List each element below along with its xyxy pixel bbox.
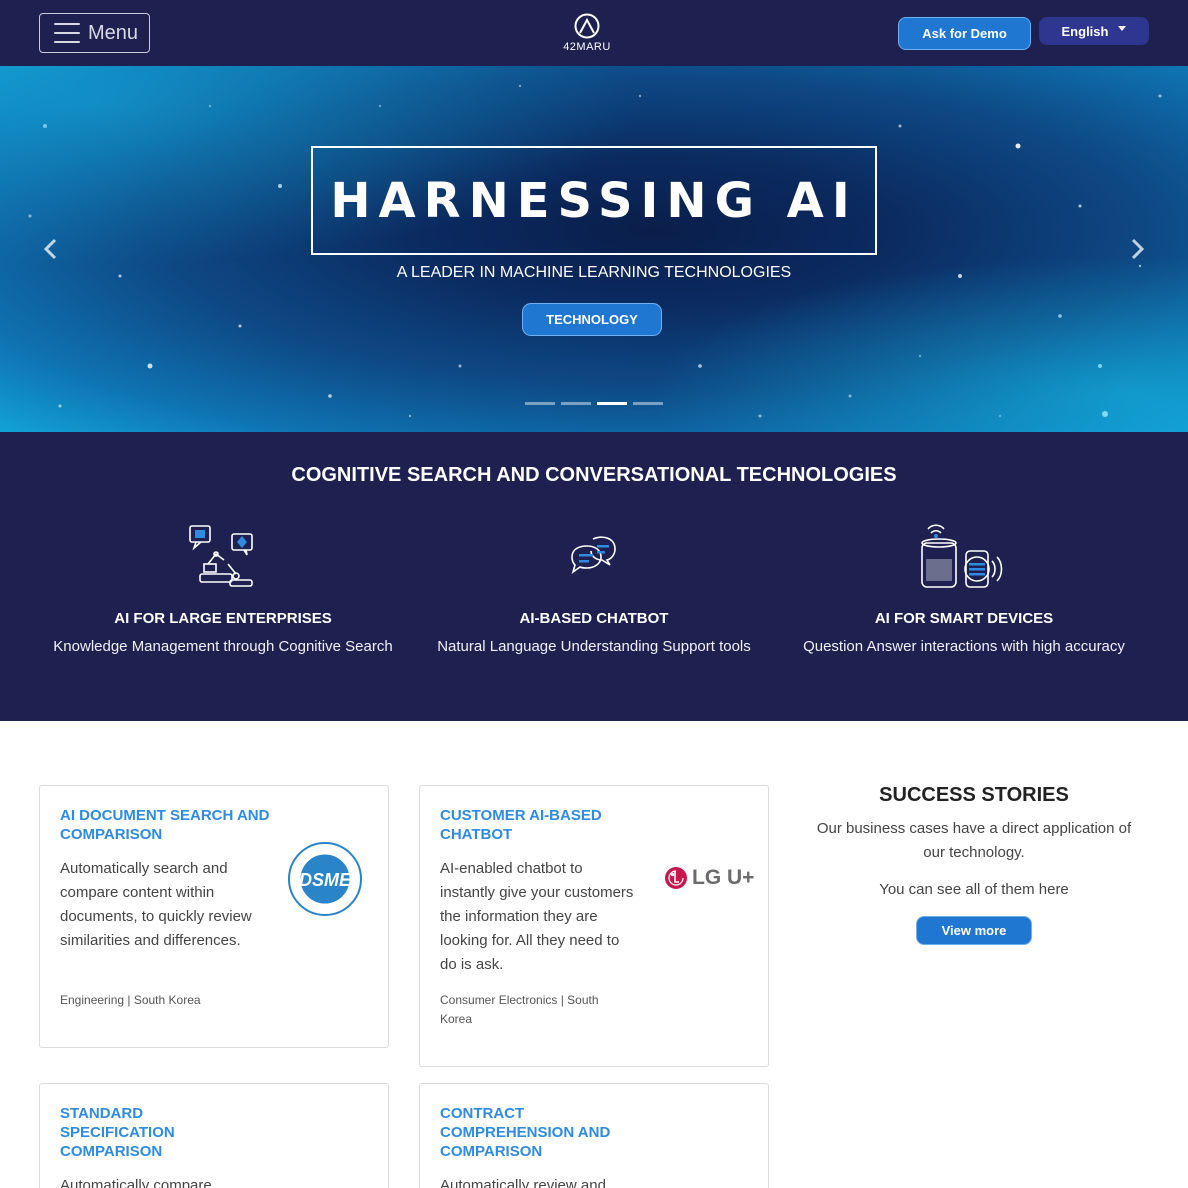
- case-title: AI DOCUMENT SEARCH AND COMPARISON: [60, 807, 270, 843]
- feature-description: Natural Language Understanding Support t…: [437, 638, 751, 655]
- chat-bubbles-icon: [571, 536, 616, 574]
- technology-button[interactable]: TECHNOLOGY: [522, 303, 662, 336]
- feature-title: AI FOR SMART DEVICES: [874, 610, 1054, 627]
- hero-subtitle: A LEADER IN MACHINE LEARNING TECHNOLOGIE…: [396, 264, 792, 281]
- case-title: CUSTOMER AI-BASED CHATBOT: [440, 807, 602, 843]
- feature-description: Question Answer interactions with high a…: [803, 638, 1125, 655]
- case-card[interactable]: AI DOCUMENT SEARCH AND COMPARISON Automa…: [39, 785, 389, 1048]
- feature-description: Knowledge Management through Cognitive S…: [53, 638, 393, 655]
- case-title: STANDARD SPECIFICATION COMPARISON: [60, 1105, 175, 1160]
- case-description: Automatically search and compare content…: [60, 860, 252, 949]
- case-description: AI-enabled chatbot to instantly give you…: [440, 860, 634, 973]
- carousel-indicator-active[interactable]: [597, 402, 627, 405]
- hamburger-icon: [54, 23, 80, 43]
- menu-button[interactable]: Menu: [39, 13, 150, 53]
- features-heading: COGNITIVE SEARCH AND CONVERSATIONAL TECH…: [291, 464, 897, 486]
- case-card[interactable]: STANDARD SPECIFICATION COMPARISON Automa…: [39, 1083, 389, 1188]
- case-description: Automatically review and: [440, 1177, 606, 1188]
- hero-title: HARNESSING AI: [330, 172, 858, 229]
- success-stories: SUCCESS STORIES Our business cases have …: [800, 784, 1148, 945]
- caret-down-icon: [1118, 25, 1127, 31]
- case-meta: Consumer Electronics | South Korea: [440, 993, 599, 1026]
- dsme-logo-text: DSME: [299, 870, 352, 890]
- hero-title-box: HARNESSING AI: [311, 146, 877, 255]
- logo-mark-icon: [574, 13, 600, 39]
- feature-title: AI FOR LARGE ENTERPRISES: [114, 610, 332, 627]
- features-section: COGNITIVE SEARCH AND CONVERSATIONAL TECH…: [0, 432, 1188, 721]
- case-description: Automatically compare: [60, 1177, 212, 1188]
- stories-note: You can see all of them here: [879, 881, 1069, 898]
- ask-for-demo-button[interactable]: Ask for Demo: [898, 17, 1031, 50]
- language-label: English: [1061, 23, 1109, 39]
- view-more-button[interactable]: View more: [916, 916, 1032, 945]
- hero-carousel: HARNESSING AI A LEADER IN MACHINE LEARNI…: [0, 66, 1188, 432]
- lg-logo-text: LG U+: [692, 866, 755, 889]
- feature-title: AI-BASED CHATBOT: [519, 610, 669, 627]
- language-dropdown[interactable]: English: [1039, 17, 1149, 45]
- stories-heading: SUCCESS STORIES: [879, 784, 1069, 806]
- carousel-prev-icon[interactable]: [38, 236, 62, 262]
- lg-face-icon: [665, 867, 687, 889]
- feature-smart-devices: AI FOR SMART DEVICES Question Answer int…: [794, 520, 1134, 659]
- carousel-indicator[interactable]: [561, 402, 591, 405]
- carousel-indicator[interactable]: [633, 402, 663, 405]
- feature-chatbot: AI-BASED CHATBOT Natural Language Unders…: [424, 520, 764, 659]
- company-logo[interactable]: 42MARU: [560, 12, 614, 56]
- carousel-next-icon[interactable]: [1126, 236, 1150, 262]
- stories-description: Our business cases have a direct applica…: [816, 820, 1132, 861]
- smart-devices-icon: [921, 524, 1003, 588]
- carousel-indicator[interactable]: [525, 402, 555, 405]
- logo-text: 42MARU: [563, 41, 611, 53]
- case-title: CONTRACT COMPREHENSION AND COMPARISON: [440, 1105, 611, 1160]
- case-card[interactable]: CONTRACT COMPREHENSION AND COMPARISON Au…: [419, 1083, 769, 1188]
- top-navbar: Menu 42MARU Ask for Demo English: [0, 0, 1188, 66]
- case-meta: Engineering | South Korea: [60, 993, 201, 1007]
- case-card[interactable]: CUSTOMER AI-BASED CHATBOT AI-enabled cha…: [419, 785, 769, 1067]
- lg-uplus-logo: LG U+: [664, 866, 754, 890]
- enterprise-robot-icon: [189, 525, 253, 587]
- menu-label: Menu: [88, 21, 139, 44]
- carousel-indicators: [525, 402, 663, 405]
- dsme-logo: DSME: [288, 842, 362, 916]
- feature-enterprise: AI FOR LARGE ENTERPRISES Knowledge Manag…: [53, 520, 393, 659]
